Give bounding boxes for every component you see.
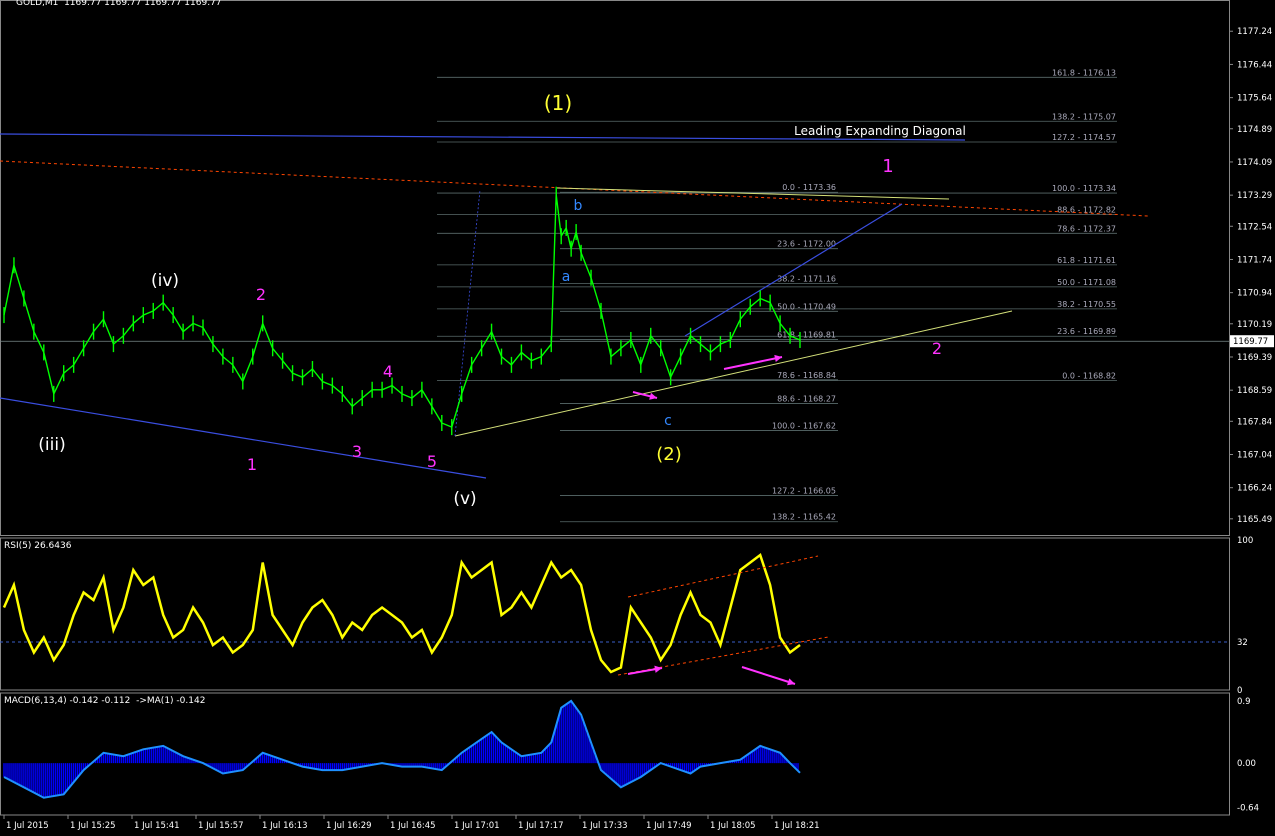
current-price-label: 1169.77 (1233, 337, 1268, 347)
x-axis-label-0: 1 Jul 2015 (6, 821, 49, 831)
price-axis-label-14: 1166.24 (1237, 484, 1272, 494)
x-axis-label-7: 1 Jul 17:01 (454, 821, 500, 831)
lower-blue-trendline (0, 397, 487, 479)
x-axis-label-12: 1 Jul 18:21 (774, 821, 820, 831)
diagonal-blue-upper (684, 203, 903, 337)
price-axis-label-11: 1168.59 (1237, 386, 1272, 396)
price-axis-label-10: 1169.39 (1237, 353, 1272, 363)
macd-axis-label-1: 0.00 (1237, 759, 1256, 769)
macd-panel-title: MACD(6,13,4) -0.142 -0.112 ->MA(1) -0.14… (4, 696, 206, 706)
magenta-4: 4 (383, 362, 393, 381)
price-axis-label-3: 1174.89 (1237, 125, 1272, 135)
fib-right-label-6: 61.8 - 1171.61 (1057, 256, 1116, 265)
fib-right-label-7: 50.0 - 1171.08 (1057, 278, 1116, 287)
macd-axis-label-0: 0.9 (1237, 697, 1251, 707)
fib-right-label-3: 100.0 - 1173.34 (1052, 184, 1116, 193)
fib-mid-label-2: 38.2 - 1171.16 (777, 275, 836, 284)
price-axis-label-2: 1175.64 (1237, 94, 1272, 104)
rsi-axis-label-2: 0 (1237, 686, 1242, 696)
wave-iv-label: (iv) (151, 271, 179, 291)
magenta-3: 3 (352, 442, 362, 461)
price-panel-frame (0, 0, 1230, 536)
fib-right-label-5: 78.6 - 1172.37 (1057, 224, 1116, 233)
pattern-label: Leading Expanding Diagonal (794, 124, 966, 138)
fib-right-label-2: 127.2 - 1174.57 (1052, 133, 1116, 142)
price-chart-title: GOLD,M1 1169.77 1169.77 1169.77 1169.77 (16, 0, 222, 8)
wave-2-label: (2) (656, 444, 682, 465)
wave-iii-label: (iii) (38, 435, 65, 455)
price-axis-label-0: 1177.24 (1237, 27, 1272, 37)
rsi-series-line (2, 552, 801, 674)
rsi-panel-title: RSI(5) 26.6436 (4, 541, 72, 551)
rsi-arrow-left-head (654, 665, 662, 673)
wave-b-label: b (574, 198, 583, 214)
price-axis-label-5: 1173.29 (1237, 191, 1272, 201)
fib-right-label-8: 38.2 - 1170.55 (1057, 300, 1116, 309)
fib-mid-label-7: 100.0 - 1167.62 (772, 421, 836, 430)
rsi-axis-label-0: 100 (1237, 536, 1253, 546)
x-axis-label-8: 1 Jul 17:17 (518, 821, 564, 831)
fib-right-label-1: 138.2 - 1175.07 (1052, 112, 1116, 121)
price-axis-label-15: 1165.49 (1237, 515, 1272, 525)
magenta-2-left: 2 (256, 285, 266, 304)
fib-mid-label-5: 78.6 - 1168.84 (777, 371, 836, 380)
fib-mid-label-4: 61.8 - 1169.81 (777, 331, 836, 340)
magenta-1-top: 1 (882, 156, 893, 177)
fib-right-label-0: 161.8 - 1176.13 (1052, 68, 1116, 77)
x-axis-label-1: 1 Jul 15:25 (70, 821, 116, 831)
fib-right-label-10: 0.0 - 1168.82 (1062, 372, 1116, 381)
x-axis-label-6: 1 Jul 16:45 (390, 821, 436, 831)
magenta-1-left: 1 (247, 455, 257, 474)
yellow-upper-trendline (556, 187, 950, 200)
wave-1-label: (1) (544, 91, 572, 115)
fib-mid-label-0: 0.0 - 1173.36 (782, 183, 836, 192)
macd-panel-frame (0, 692, 1230, 816)
price-axis-label-1: 1176.44 (1237, 60, 1272, 70)
x-axis-label-3: 1 Jul 15:57 (198, 821, 244, 831)
fib-mid-label-8: 127.2 - 1166.05 (772, 487, 836, 496)
gold-m1-chart: 1177.24 1176.44 1175.64 1174.89 1174.09 1173.… (0, 0, 1274, 831)
wave-a-label: a (562, 269, 571, 285)
rsi-axis-label-1: 32 (1237, 638, 1248, 648)
macd-axis-label-2: -0.64 (1237, 803, 1259, 813)
yellow-lower-trendline (454, 310, 1013, 437)
x-axis-label-2: 1 Jul 15:41 (134, 821, 180, 831)
macd-signal-line (3, 699, 801, 799)
price-axis-label-8: 1170.94 (1237, 289, 1272, 299)
x-axis-label-11: 1 Jul 18:05 (710, 821, 756, 831)
price-axis-label-7: 1171.74 (1237, 255, 1272, 265)
price-axis-label-12: 1167.84 (1237, 417, 1272, 427)
rsi-channel-upper (627, 555, 819, 598)
fib-right-label-9: 23.6 - 1169.89 (1057, 327, 1116, 336)
wave-v-label: (v) (453, 489, 476, 509)
price-axis-label-9: 1170.19 (1237, 320, 1272, 330)
magenta-2-right: 2 (932, 339, 942, 358)
x-axis-label-5: 1 Jul 16:29 (326, 821, 372, 831)
magenta-5: 5 (427, 452, 437, 471)
x-axis-label-9: 1 Jul 17:33 (582, 821, 628, 831)
wave-c-label: c (664, 413, 672, 429)
x-axis-label-4: 1 Jul 16:13 (262, 821, 308, 831)
dotted-blue-rise (454, 189, 481, 437)
price-divergence-arrow-right-head (774, 354, 782, 363)
fib-mid-label-3: 50.0 - 1170.49 (777, 302, 836, 311)
fib-mid-label-1: 23.6 - 1172.00 (777, 240, 836, 249)
fib-mid-label-6: 88.6 - 1168.27 (777, 394, 836, 403)
price-axis-label-6: 1172.54 (1237, 222, 1272, 232)
price-axis-label-4: 1174.09 (1237, 158, 1272, 168)
fib-mid-label-9: 138.2 - 1165.42 (772, 513, 836, 522)
price-axis-label-13: 1167.04 (1237, 450, 1272, 460)
rsi-arrow-right (741, 666, 796, 685)
rsi-panel-frame (0, 537, 1230, 691)
x-axis-label-10: 1 Jul 17:49 (646, 821, 692, 831)
price-divergence-arrow-right (723, 356, 783, 370)
